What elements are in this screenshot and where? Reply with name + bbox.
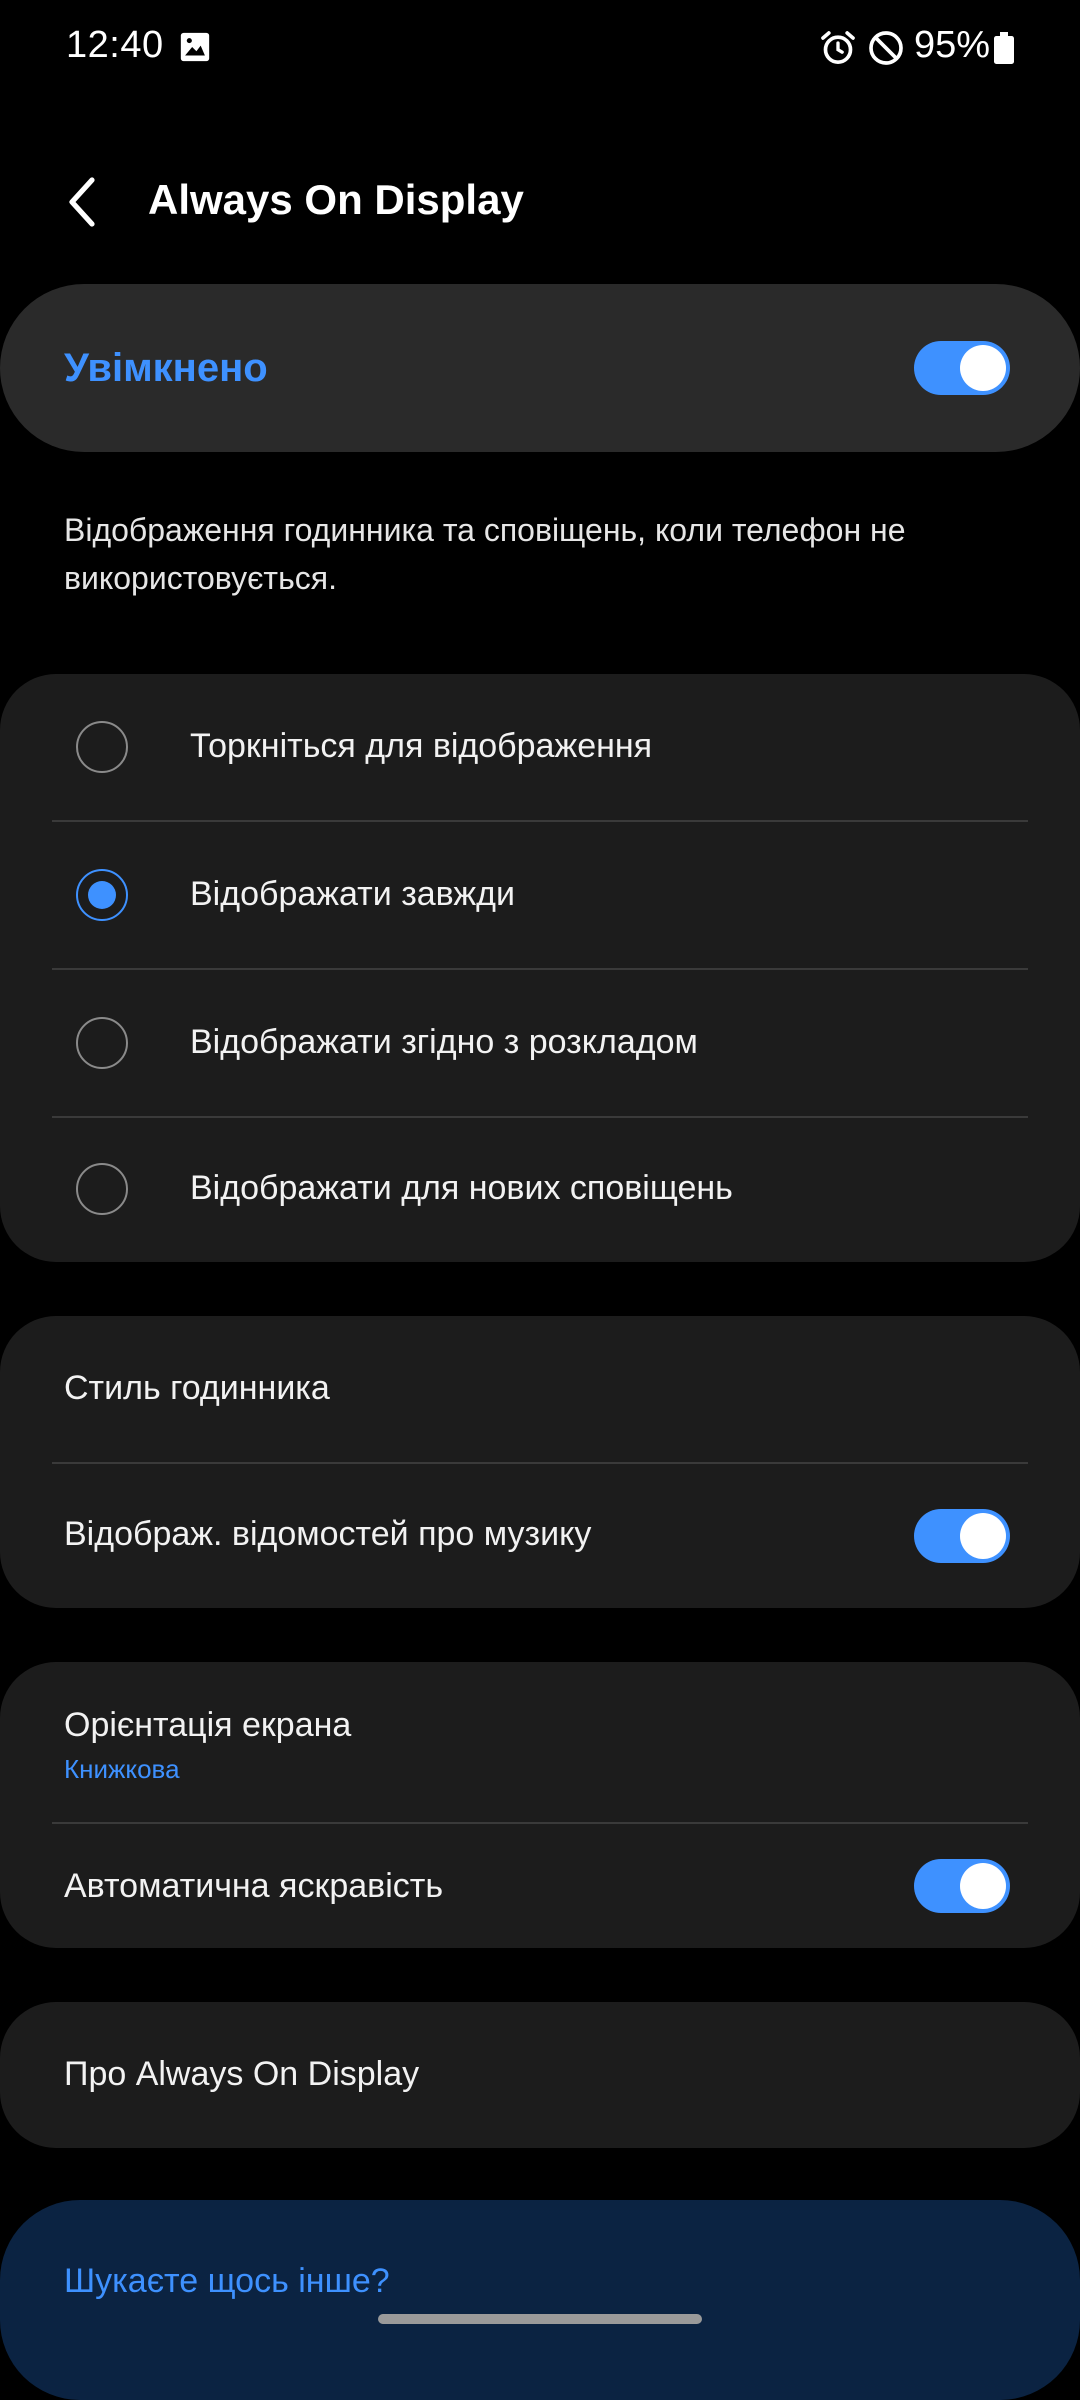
option-label: Торкніться для відображення — [190, 727, 653, 765]
back-button[interactable] — [48, 168, 116, 236]
style-card: Стиль годинника Відображ. відомостей про… — [0, 1316, 1080, 1608]
clock-style-row[interactable]: Стиль годинника — [0, 1316, 1080, 1462]
page-title: Always On Display — [148, 176, 524, 223]
display-mode-option-tap[interactable]: Торкніться для відображення — [0, 674, 1080, 820]
auto-brightness-label: Автоматична яскравість — [64, 1867, 444, 1905]
chevron-left-icon — [69, 177, 95, 227]
clock-style-label: Стиль годинника — [64, 1369, 330, 1407]
auto-brightness-toggle[interactable] — [914, 1859, 1010, 1913]
gallery-icon — [180, 32, 210, 62]
navigation-gesture-handle[interactable] — [378, 2314, 702, 2324]
radio-button[interactable] — [76, 1017, 128, 1069]
radio-button[interactable] — [76, 721, 128, 773]
auto-brightness-row[interactable]: Автоматична яскравість — [0, 1824, 1080, 1948]
display-mode-option-notifications[interactable]: Відображати для нових сповіщень — [0, 1118, 1080, 1262]
option-label: Відображати згідно з розкладом — [190, 1023, 698, 1061]
battery-percentage: 95% — [914, 24, 991, 66]
search-more-label: Шукаєте щось інше? — [64, 2262, 390, 2300]
alarm-icon — [821, 31, 855, 64]
master-toggle[interactable] — [914, 341, 1010, 395]
display-mode-option-always[interactable]: Відображати завжди — [0, 822, 1080, 968]
master-switch-label: Увімкнено — [64, 346, 268, 390]
music-info-label: Відображ. відомостей про музику — [64, 1515, 592, 1553]
orientation-label: Орієнтація екрана — [64, 1706, 352, 1744]
radio-button-selected[interactable] — [76, 869, 128, 921]
feature-description: Відображення годинника та сповіщень, кол… — [64, 512, 906, 596]
orientation-row[interactable]: Орієнтація екрана Книжкова — [0, 1662, 1080, 1822]
option-label: Відображати завжди — [190, 875, 515, 913]
master-switch-row[interactable]: Увімкнено — [0, 284, 1080, 452]
screen-card: Орієнтація екрана Книжкова Автоматична я… — [0, 1662, 1080, 1948]
app-bar: Always On Display — [0, 150, 1080, 254]
radio-button[interactable] — [76, 1163, 128, 1215]
battery-icon — [994, 32, 1014, 64]
toggle-knob — [960, 345, 1006, 391]
about-label: Про Always On Display — [64, 2055, 420, 2093]
music-info-row[interactable]: Відображ. відомостей про музику — [0, 1464, 1080, 1608]
do-not-disturb-icon — [869, 31, 903, 65]
display-mode-option-schedule[interactable]: Відображати згідно з розкладом — [0, 970, 1080, 1116]
status-time: 12:40 — [66, 24, 164, 66]
display-mode-card: Торкніться для відображення Відображати … — [0, 674, 1080, 1262]
status-bar: 12:40 95% — [0, 0, 1080, 96]
search-more-card[interactable]: Шукаєте щось інше? — [0, 2200, 1080, 2400]
toggle-knob — [960, 1513, 1006, 1559]
option-label: Відображати для нових сповіщень — [190, 1169, 733, 1207]
toggle-knob — [960, 1863, 1006, 1909]
about-row[interactable]: Про Always On Display — [0, 2002, 1080, 2148]
music-info-toggle[interactable] — [914, 1509, 1010, 1563]
orientation-value: Книжкова — [64, 1754, 180, 1784]
